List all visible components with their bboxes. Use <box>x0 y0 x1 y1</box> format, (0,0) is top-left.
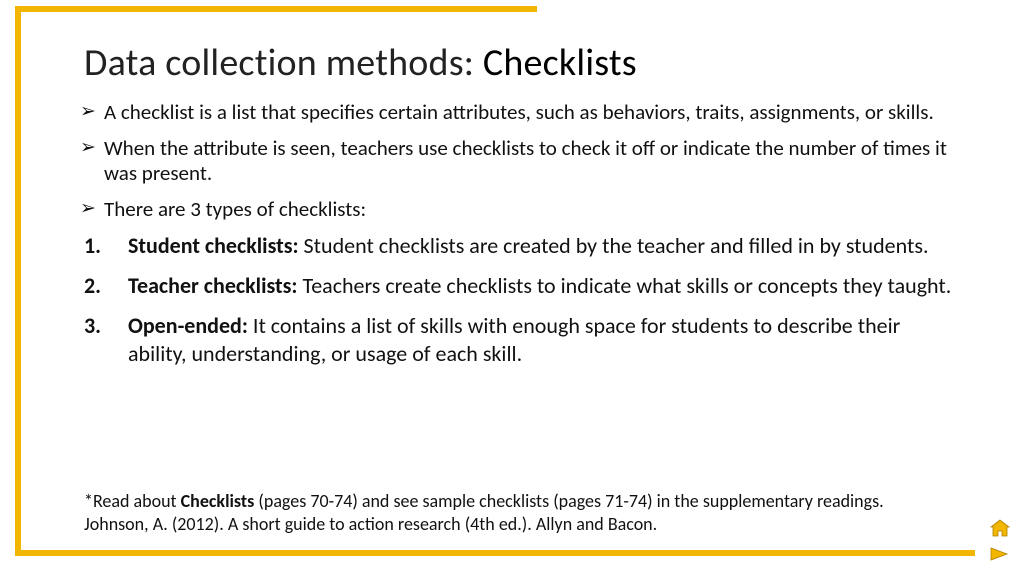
footnote-pre: *Read about <box>84 490 181 512</box>
item-number: 2. <box>84 272 101 300</box>
footnote: *Read about Checklists (pages 70-74) and… <box>84 490 914 535</box>
nav-buttons <box>988 518 1012 564</box>
bullet-item: A checklist is a list that specifies cer… <box>84 100 954 126</box>
numbered-list: 1. Student checklists: Student checklist… <box>84 232 954 367</box>
border-left <box>15 6 21 556</box>
arrow-right-icon <box>989 546 1011 562</box>
item-label: Teacher checklists: <box>128 272 297 299</box>
item-number: 3. <box>84 312 101 340</box>
slide-title: Data collection methods: Checklists <box>84 40 954 86</box>
title-prefix: Data collection methods: <box>84 40 483 86</box>
title-bold: Checklists <box>483 40 637 86</box>
item-label: Student checklists: <box>128 232 299 259</box>
item-text: Teachers create checklists to indicate w… <box>297 272 951 299</box>
next-button[interactable] <box>988 544 1012 564</box>
list-item: 1. Student checklists: Student checklist… <box>84 232 954 260</box>
list-item: 2. Teacher checklists: Teachers create c… <box>84 272 954 300</box>
home-icon <box>989 519 1011 537</box>
bullet-item: There are 3 types of checklists: <box>84 197 954 223</box>
bullet-list: A checklist is a list that specifies cer… <box>84 100 954 222</box>
border-bottom <box>15 550 975 556</box>
border-top <box>21 6 537 12</box>
list-item: 3. Open-ended: It contains a list of ski… <box>84 312 954 367</box>
item-text: Student checklists are created by the te… <box>299 232 929 259</box>
item-label: Open-ended: <box>128 312 248 339</box>
slide: Data collection methods: Checklists A ch… <box>0 0 1024 576</box>
home-button[interactable] <box>988 518 1012 538</box>
item-number: 1. <box>84 232 101 260</box>
bullet-item: When the attribute is seen, teachers use… <box>84 136 954 187</box>
footnote-bold: Checklists <box>181 490 255 512</box>
slide-content: Data collection methods: Checklists A ch… <box>84 40 954 379</box>
